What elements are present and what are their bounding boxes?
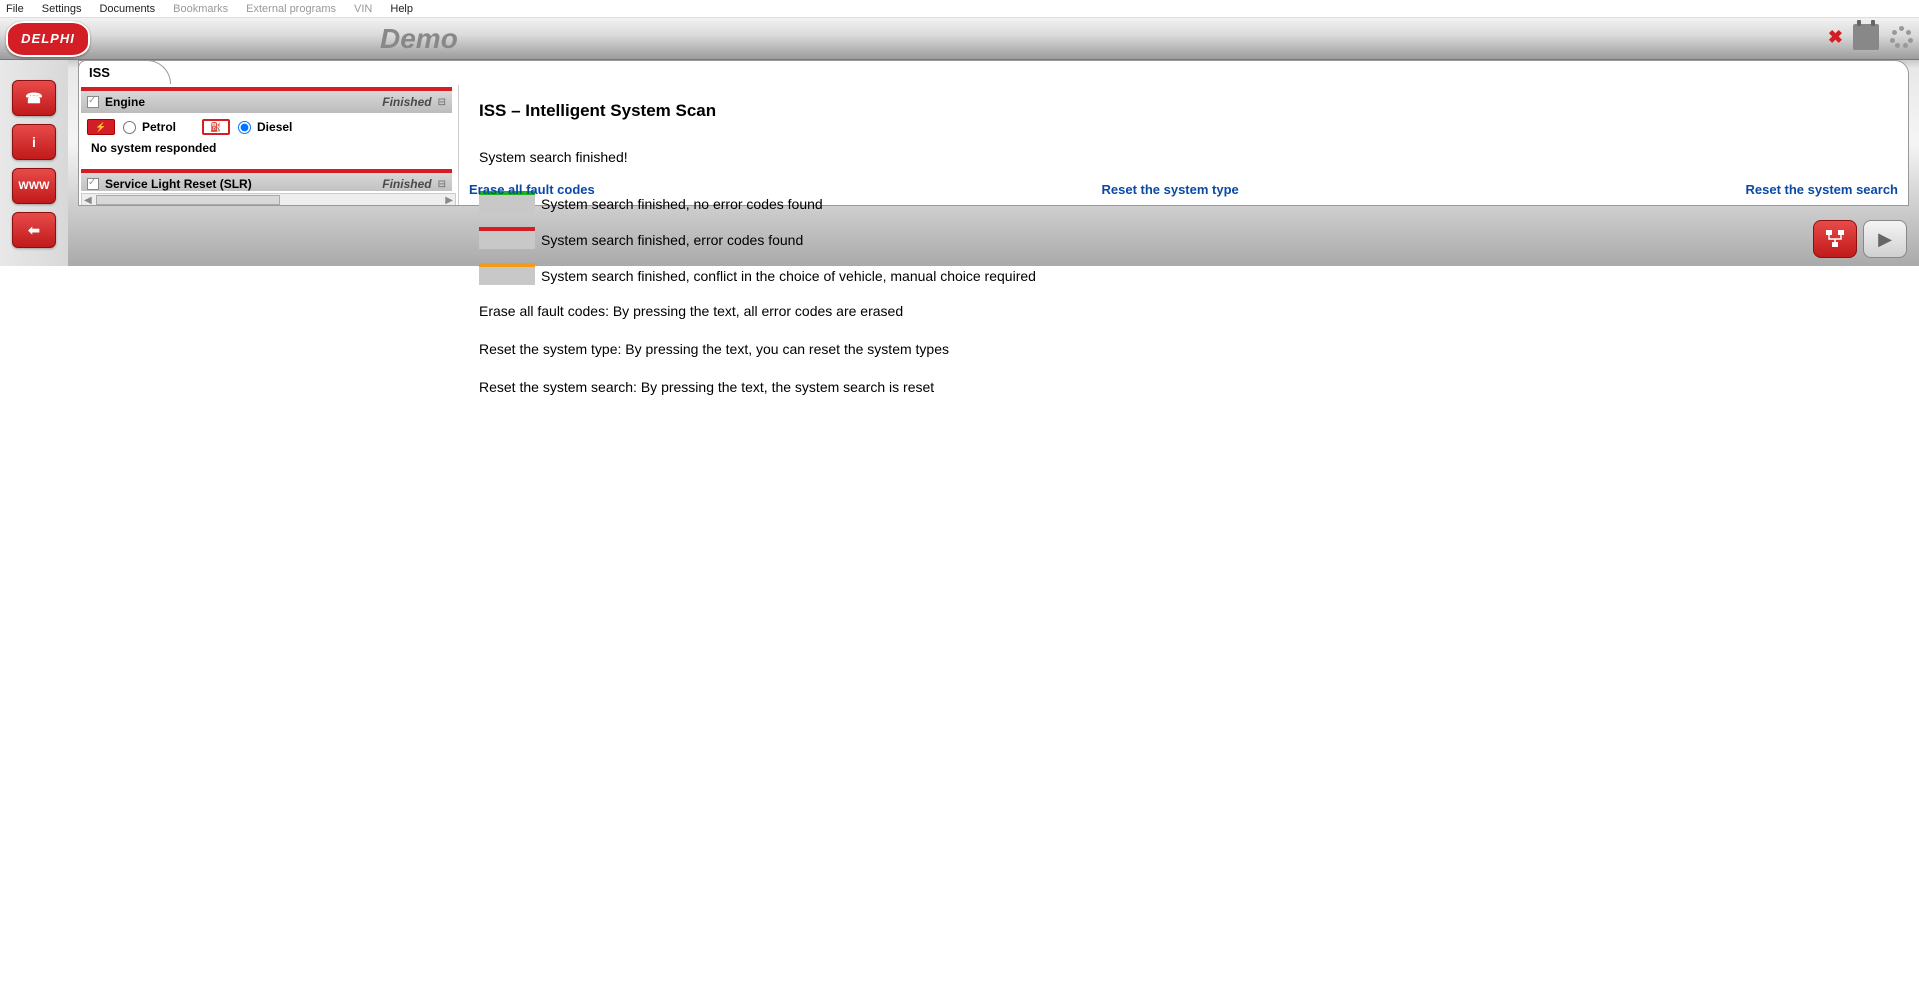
content-panel: ISS – Intelligent System Scan System sea… [459,85,1908,205]
legend-green: System search finished, no error codes f… [479,195,1888,213]
info-erase: Erase all fault codes: By pressing the t… [479,303,1888,319]
footer-links: Erase all fault codes Reset the system t… [469,182,1898,197]
back-button[interactable]: ⬅ [12,212,56,248]
menu-vin[interactable]: VIN [354,3,372,15]
status-finished: System search finished! [479,149,1888,165]
info-button[interactable]: i [12,124,56,160]
system-status: Finished [382,177,431,191]
erase-fault-codes-link[interactable]: Erase all fault codes [469,182,595,197]
play-button[interactable]: ▶ [1863,220,1907,258]
bottom-right-controls: ▶ [1813,220,1907,258]
diesel-label: Diesel [257,120,292,134]
menu-bookmarks[interactable]: Bookmarks [173,3,228,15]
delphi-logo: DELPHI [6,21,90,57]
content-title: ISS – Intelligent System Scan [479,101,1888,121]
diesel-radio[interactable] [238,121,251,134]
petrol-icon: ⚡ [87,119,115,135]
menu-help[interactable]: Help [390,3,413,15]
system-header[interactable]: Service Light Reset (SLR)Finished ⊟ [81,173,452,191]
swatch-red-icon [479,231,535,249]
collapse-icon[interactable]: ⊟ [438,179,446,190]
system-name: Service Light Reset (SLR) [105,177,382,191]
system-status: Finished [382,95,431,109]
legend-red-text: System search finished, error codes foun… [541,232,803,248]
legend-red: System search finished, error codes foun… [479,231,1888,249]
calendar-icon[interactable] [1853,24,1879,50]
system-message: No system responded [81,141,452,161]
checkbox[interactable] [87,178,99,190]
header-title: Demo [380,23,458,55]
scan-panel: EngineFinished⊟⚡Petrol⛽DieselNo system r… [79,85,459,205]
www-button[interactable]: WWW [12,168,56,204]
close-icon[interactable]: ✖ [1828,27,1843,48]
info-reset-search: Reset the system search: By pressing the… [479,379,1888,395]
phone-button[interactable]: ☎ [12,80,56,116]
header: DELPHI Demo ✖ [0,18,1919,60]
left-rail: ☎ i WWW ⬅ [0,60,68,266]
horizontal-scrollbar[interactable]: ◀ ▶ [81,193,456,205]
menu-settings[interactable]: Settings [42,3,82,15]
flow-button[interactable] [1813,220,1857,258]
reset-system-type-link[interactable]: Reset the system type [1101,182,1238,197]
info-reset-type: Reset the system type: By pressing the t… [479,341,1888,357]
diesel-icon: ⛽ [202,119,230,135]
reset-system-search-link[interactable]: Reset the system search [1746,182,1898,197]
legend-green-text: System search finished, no error codes f… [541,196,823,212]
menu-documents[interactable]: Documents [99,3,155,15]
system-header[interactable]: EngineFinished ⊟ [81,91,452,113]
swatch-green-icon [479,195,535,213]
menu-external[interactable]: External programs [246,3,336,15]
petrol-label: Petrol [142,120,176,134]
legend-orange-text: System search finished, conflict in the … [541,268,1036,284]
petrol-radio[interactable] [123,121,136,134]
checkbox[interactable] [87,96,99,108]
spinner-icon [1889,25,1913,49]
swatch-orange-icon [479,267,535,285]
system-block: Service Light Reset (SLR)Finished⊟🔧No sy… [81,169,452,191]
collapse-icon[interactable]: ⊟ [438,97,446,108]
menubar: File Settings Documents Bookmarks Extern… [0,0,1919,18]
menu-file[interactable]: File [6,3,24,15]
system-block: EngineFinished ⊟ ⚡ Petrol ⛽ Diesel No system r… [81,87,452,161]
system-name: Engine [105,95,382,109]
legend-orange: System search finished, conflict in the … [479,267,1888,285]
tab-iss[interactable]: ISS [78,60,171,84]
fuel-choice-row: ⚡ Petrol ⛽ Diesel [81,113,452,141]
scan-scroll[interactable]: EngineFinished⊟⚡Petrol⛽DieselNo system r… [81,87,456,191]
